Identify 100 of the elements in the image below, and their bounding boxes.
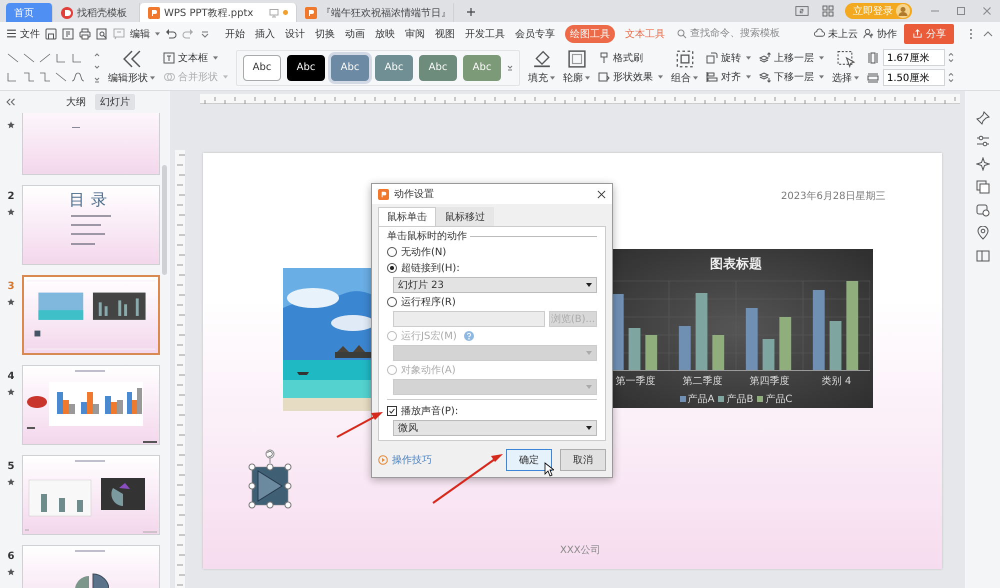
unsaved-dot — [283, 10, 288, 15]
fill-button[interactable]: 填充 — [528, 50, 555, 85]
caret-icon — [550, 76, 555, 80]
slide-thumbnail[interactable]: 目录 — [22, 185, 160, 265]
radio-button[interactable] — [387, 297, 397, 307]
gallery-scroll-icon[interactable] — [94, 52, 100, 82]
close-icon[interactable] — [597, 190, 606, 198]
edit-menu[interactable]: 编辑 — [130, 26, 160, 40]
save-icon[interactable] — [45, 28, 57, 40]
scrollbar-thumb[interactable] — [162, 165, 167, 275]
animation-star-icon[interactable] — [7, 478, 15, 486]
checkbox[interactable] — [387, 406, 397, 416]
menu-icon — [6, 28, 17, 39]
paint-bucket-icon — [532, 50, 550, 68]
ribbon-tab[interactable]: 开始 — [220, 24, 250, 42]
ribbon-tab[interactable]: 设计 — [280, 24, 310, 42]
category-label: 第四季度 — [750, 374, 790, 388]
height-field[interactable]: 1.67厘米 — [883, 49, 945, 66]
gallery-more-icon[interactable] — [507, 62, 513, 72]
collapse-panel-icon[interactable] — [6, 98, 15, 106]
slide-number: 6 — [8, 551, 14, 562]
animation-star-icon[interactable] — [7, 298, 15, 306]
preview-icon[interactable] — [96, 28, 108, 40]
program-path-field[interactable] — [393, 311, 545, 327]
square-outline-icon — [568, 50, 586, 68]
slide-number: 5 — [8, 461, 14, 472]
ribbon-tab[interactable]: 动画 — [340, 24, 370, 42]
text-box-button[interactable]: 文本框 — [163, 51, 228, 65]
option-label: 运行JS宏(M) — [401, 330, 457, 343]
ribbon-tab[interactable]: 会员专享 — [510, 24, 560, 42]
location-icon[interactable] — [976, 226, 990, 240]
slide-thumbnail[interactable] — [22, 113, 160, 175]
animation-star-icon[interactable] — [7, 568, 15, 576]
panel-tab[interactable]: 大纲 — [61, 94, 91, 110]
align-button[interactable]: 对齐 — [706, 70, 751, 84]
radio-button[interactable] — [387, 247, 397, 257]
send-backward-button[interactable]: 下移一层 — [759, 70, 824, 84]
edit-shape-button[interactable]: 编辑形状 — [108, 50, 155, 85]
selection-cursor-icon — [836, 50, 854, 68]
format-painter-button[interactable]: 格式刷 — [598, 51, 663, 65]
shape-effects-button[interactable]: 形状效果 — [598, 70, 663, 84]
grid-icon[interactable] — [821, 5, 835, 17]
undo-icon[interactable] — [165, 28, 177, 40]
animation-star-icon[interactable] — [7, 388, 15, 396]
ribbon-tab[interactable]: 审阅 — [400, 24, 430, 42]
pin-icon[interactable] — [976, 111, 990, 125]
caret-icon — [223, 75, 228, 79]
dialog-tab[interactable]: 鼠标单击 — [378, 207, 436, 226]
ok-button[interactable]: 确定 — [506, 449, 552, 471]
dropdown-field[interactable]: 幻灯片 23 — [393, 277, 597, 293]
dialog-tab[interactable]: 鼠标移过 — [436, 207, 494, 226]
option-label: 无动作(N) — [401, 246, 446, 259]
shape-style-swatch[interactable]: Abc — [287, 54, 325, 80]
search-field[interactable]: 查找命令、搜索模板 — [677, 28, 785, 39]
group-heading: 单击鼠标时的动作 — [387, 230, 467, 243]
ribbon-tab[interactable]: 切换 — [310, 24, 340, 42]
cancel-button[interactable]: 取消 — [560, 449, 606, 471]
collaborate-button[interactable]: 协作 — [863, 26, 897, 40]
rotate-icon — [706, 52, 718, 64]
selected-play-shape[interactable] — [248, 449, 292, 511]
animation-star-icon[interactable] — [7, 208, 15, 216]
cloud-status[interactable]: 未上云 — [814, 26, 858, 40]
sparkle-icon[interactable] — [976, 157, 990, 171]
thumbnail-title: 目录 — [69, 190, 113, 211]
maximize-icon[interactable] — [956, 6, 966, 16]
image-edit-icon[interactable] — [976, 203, 990, 217]
animation-star-icon[interactable] — [7, 121, 15, 129]
chart-bar — [712, 335, 724, 371]
shape-style-swatch[interactable]: Abc — [243, 54, 281, 80]
width-field[interactable]: 1.50厘米 — [883, 69, 945, 86]
document-tab[interactable]: WPS PPT教程.pptx — [140, 3, 297, 22]
print-icon[interactable] — [79, 28, 91, 40]
shape-style-swatch[interactable]: Abc — [419, 54, 457, 80]
new-tab-icon[interactable] — [466, 7, 476, 17]
ribbon-tab[interactable]: 插入 — [250, 24, 280, 42]
spinner-icon[interactable] — [948, 53, 954, 62]
ribbon-tab[interactable]: 放映 — [370, 24, 400, 42]
select-button[interactable]: 选择 — [832, 50, 859, 85]
layers-up-icon — [759, 52, 771, 64]
book-icon[interactable] — [976, 249, 990, 263]
option-label: 对象动作(A) — [401, 364, 456, 377]
ribbon-tab[interactable]: 视图 — [430, 24, 460, 42]
legend-label: 产品B — [726, 392, 754, 406]
rotate-button[interactable]: 旋转 — [706, 51, 751, 65]
connector-shapes-drawing[interactable] — [6, 52, 86, 82]
copy-icon[interactable] — [976, 180, 990, 194]
slide-number: 3 — [8, 281, 14, 292]
file-menu[interactable]: 文件 — [6, 26, 40, 40]
radio-button[interactable] — [387, 263, 397, 273]
spinner-icon[interactable] — [948, 73, 954, 82]
sliders-icon[interactable] — [976, 134, 990, 148]
export-icon[interactable] — [62, 28, 74, 40]
window-number-icon[interactable] — [795, 5, 809, 17]
group-button[interactable]: 组合 — [671, 50, 698, 85]
bring-forward-button[interactable]: 上移一层 — [759, 51, 824, 65]
tips-link[interactable]: 操作技巧 — [378, 453, 432, 467]
panel-tab[interactable]: 幻灯片 — [95, 94, 135, 110]
sound-dropdown[interactable]: 微风 — [393, 420, 597, 436]
ribbon-tab[interactable]: 开发工具 — [460, 24, 510, 42]
outline-button[interactable]: 轮廓 — [563, 50, 590, 85]
